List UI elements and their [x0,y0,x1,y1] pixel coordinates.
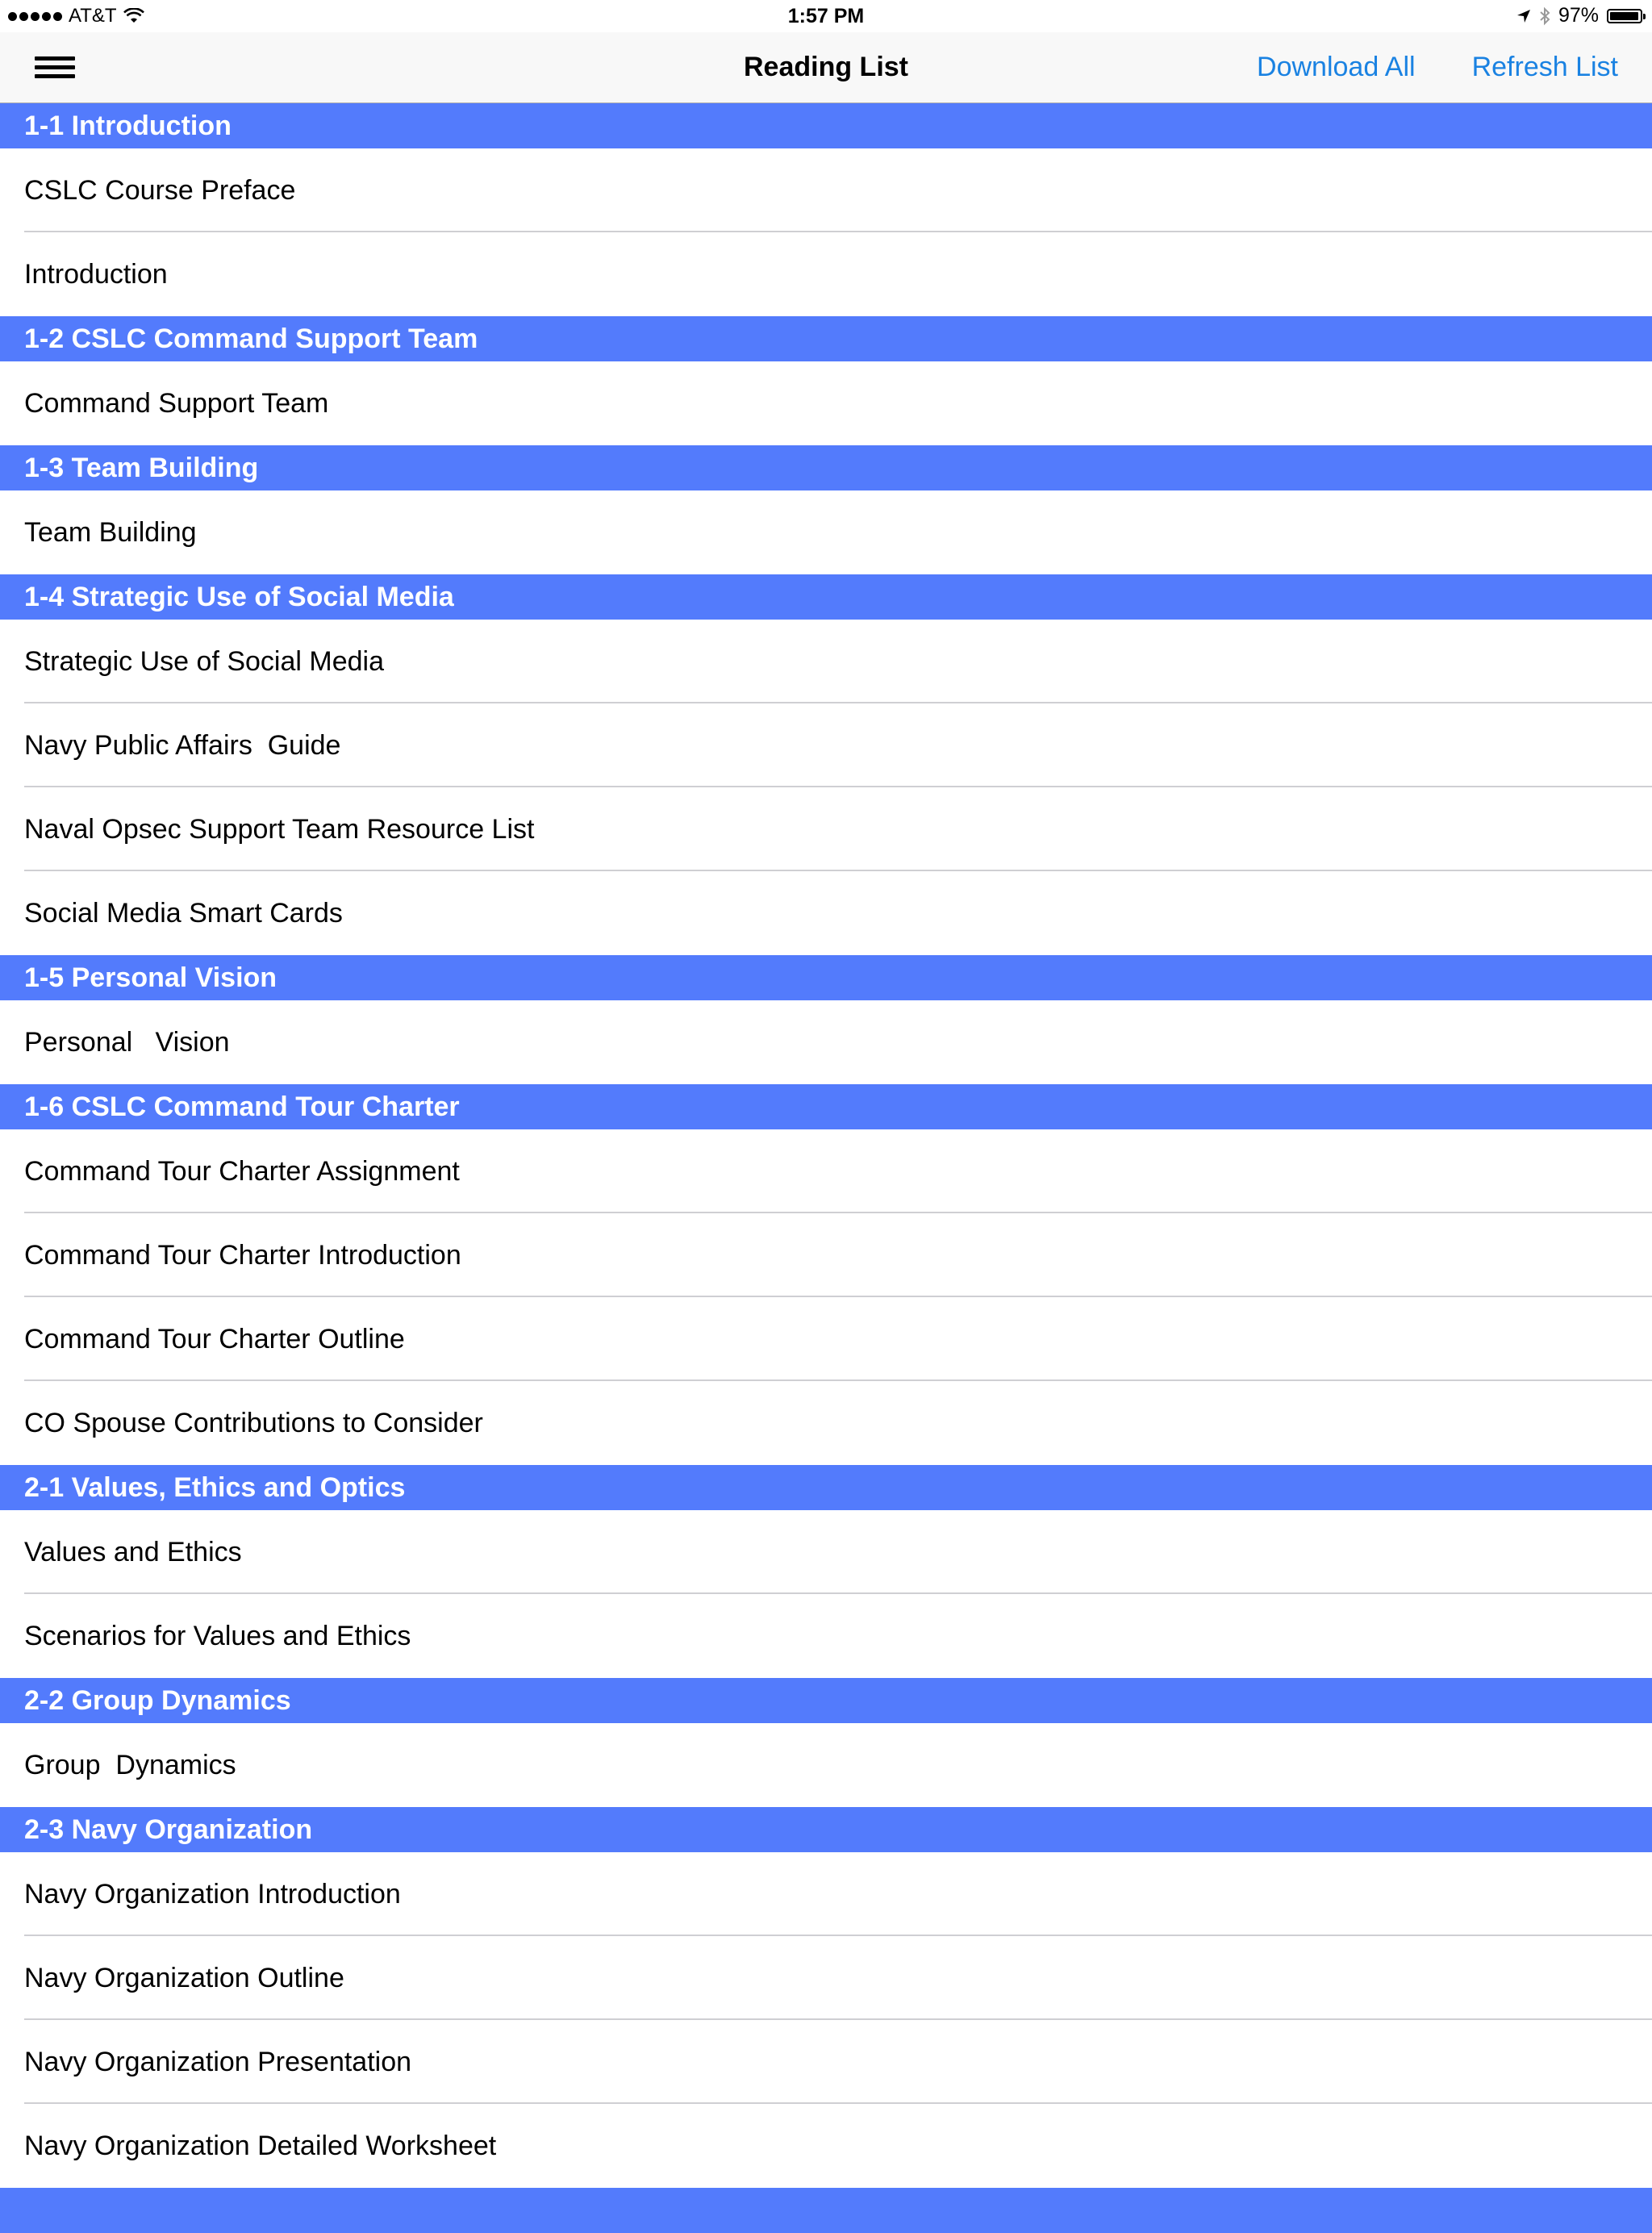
bluetooth-icon [1540,6,1550,25]
list-item[interactable]: Command Support Team [0,361,1652,445]
section-header: 1-1 Introduction [0,103,1652,148]
location-arrow-icon [1516,9,1530,23]
list-item-label: Navy Public Affairs Guide [24,730,341,761]
list-item-label: Navy Organization Outline [24,1963,344,1993]
battery-fill [1610,11,1638,20]
status-bar: AT&T 1:57 PM 97% [0,0,1652,32]
section-header: 1-5 Personal Vision [0,955,1652,1000]
list-item[interactable]: Team Building [0,490,1652,574]
download-all-button[interactable]: Download All [1257,52,1416,83]
list-item[interactable]: Command Tour Charter Outline [0,1297,1652,1381]
list-item-label: CSLC Course Preface [24,175,296,206]
list-item-label: Command Tour Charter Outline [24,1324,405,1354]
list-item[interactable]: CSLC Course Preface [0,148,1652,232]
list-item[interactable]: Scenarios for Values and Ethics [0,1594,1652,1678]
list-item[interactable]: Navy Organization Introduction [0,1852,1652,1936]
list-item[interactable]: Navy Organization Outline [0,1936,1652,2020]
section-header: 2-1 Values, Ethics and Optics [0,1465,1652,1510]
list-item-label: Naval Opsec Support Team Resource List [24,814,535,845]
section-header: 1-2 CSLC Command Support Team [0,316,1652,361]
list-item[interactable]: Strategic Use of Social Media [0,620,1652,703]
status-right: 97% [1516,4,1646,27]
battery-icon [1607,8,1646,23]
list-item[interactable]: Introduction [0,232,1652,316]
refresh-list-button[interactable]: Refresh List [1472,52,1618,83]
nav-actions: Download All Refresh List [1257,52,1618,83]
section-header: 1-6 CSLC Command Tour Charter [0,1084,1652,1129]
section-header: 1-4 Strategic Use of Social Media [0,574,1652,620]
list-item[interactable]: Naval Opsec Support Team Resource List [0,787,1652,871]
list-item[interactable]: CO Spouse Contributions to Consider [0,1381,1652,1465]
list-item[interactable]: Group Dynamics [0,1723,1652,1807]
list-item-label: Values and Ethics [24,1537,242,1567]
list-item-label: CO Spouse Contributions to Consider [24,1408,483,1438]
reading-list[interactable]: 1-1 Introduction CSLC Course Preface Intro… [0,103,1652,2233]
list-item-label: Navy Organization Detailed Worksheet [24,2131,497,2161]
battery-percent: 97% [1558,4,1599,27]
list-item-label: Introduction [24,259,168,290]
list-item-label: Scenarios for Values and Ethics [24,1621,411,1651]
list-item-label: Command Support Team [24,388,329,419]
status-time: 1:57 PM [787,5,865,27]
section-header [0,2188,1652,2233]
list-item-label: Command Tour Charter Assignment [24,1156,460,1187]
navigation-bar: Reading List Download All Refresh List [0,32,1652,103]
section-header: 2-3 Navy Organization [0,1807,1652,1852]
list-item-label: Personal Vision [24,1027,230,1058]
list-item-label: Group Dynamics [24,1750,236,1780]
section-header: 1-3 Team Building [0,445,1652,490]
list-item[interactable]: Values and Ethics [0,1510,1652,1594]
list-item-label: Social Media Smart Cards [24,898,343,929]
list-item-label: Command Tour Charter Introduction [24,1240,461,1271]
list-item-label: Strategic Use of Social Media [24,646,384,677]
list-item-label: Navy Organization Introduction [24,1879,401,1910]
section-header: 2-2 Group Dynamics [0,1678,1652,1723]
list-item-label: Navy Organization Presentation [24,2047,412,2077]
list-item[interactable]: Command Tour Charter Introduction [0,1213,1652,1297]
list-item[interactable]: Command Tour Charter Assignment [0,1129,1652,1213]
list-item[interactable]: Navy Organization Detailed Worksheet [0,2104,1652,2188]
list-item[interactable]: Personal Vision [0,1000,1652,1084]
list-item[interactable]: Social Media Smart Cards [0,871,1652,955]
list-item[interactable]: Navy Public Affairs Guide [0,703,1652,787]
list-item-label: Team Building [24,517,197,548]
list-item[interactable]: Navy Organization Presentation [0,2020,1652,2104]
